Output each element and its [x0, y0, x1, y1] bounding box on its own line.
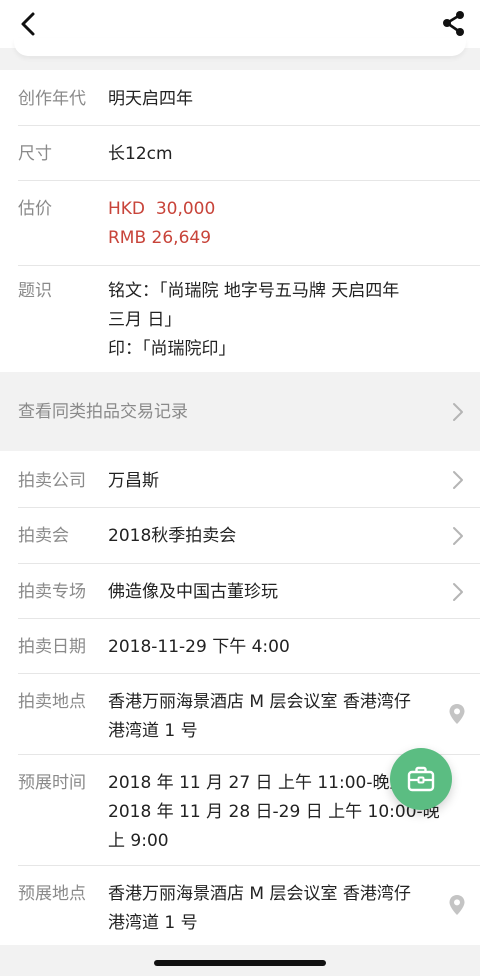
estimate-label: 估价: [18, 199, 52, 219]
inscription-label: 题识: [18, 281, 52, 301]
auction-sale-row[interactable]: 拍卖会 2018秋季拍卖会: [0, 508, 480, 563]
auction-venue-line-1: 香港万丽海景酒店 M 层会议室 香港湾仔: [108, 692, 411, 712]
chevron-right-icon: [453, 583, 463, 601]
auction-date-label: 拍卖日期: [18, 637, 86, 657]
previous-card-edge: [14, 38, 466, 56]
auction-company-value: 万昌斯: [108, 471, 159, 491]
share-icon[interactable]: [438, 8, 470, 40]
auction-company-row[interactable]: 拍卖公司 万昌斯: [0, 451, 480, 507]
location-pin-icon[interactable]: [448, 703, 466, 725]
estimate-rmb: RMB 26,649: [108, 228, 212, 248]
chevron-left-icon[interactable]: [14, 8, 46, 40]
preview-time-line-3: 上 9:00: [108, 831, 169, 851]
preview-venue-row[interactable]: 预展地点 香港万丽海景酒店 M 层会议室 香港湾仔 港湾道 1 号: [0, 866, 480, 945]
auction-sale-value: 2018秋季拍卖会: [108, 526, 237, 546]
chevron-right-icon: [453, 471, 463, 489]
chevron-right-icon: [453, 403, 463, 421]
inscription-row: 题识 铭文：「尚瑞院 地字号五马牌 天启四年 三月 日」 印：「尚瑞院印」: [0, 266, 480, 372]
auction-date-value: 2018-11-29 下午 4:00: [108, 637, 290, 657]
auction-session-value: 佛造像及中国古董珍玩: [108, 582, 278, 602]
preview-venue-label: 预展地点: [18, 884, 86, 904]
size-row: 尺寸 长12cm: [0, 126, 480, 181]
lot-details-section: 创作年代 明天启四年 尺寸 长12cm 估价 HKD 30,000 RMB 26…: [0, 70, 480, 372]
era-value: 明天启四年: [108, 89, 193, 109]
auction-venue-row[interactable]: 拍卖地点 香港万丽海景酒店 M 层会议室 香港湾仔 港湾道 1 号: [0, 674, 480, 754]
auction-venue-line-2: 港湾道 1 号: [108, 721, 198, 741]
chevron-right-icon: [453, 527, 463, 545]
toolbox-fab-button[interactable]: [390, 748, 452, 810]
auction-session-row[interactable]: 拍卖专场 佛造像及中国古董珍玩: [0, 564, 480, 619]
estimate-hkd: HKD 30,000: [108, 199, 216, 219]
auction-venue-label: 拍卖地点: [18, 692, 86, 712]
preview-venue-line-1: 香港万丽海景酒店 M 层会议室 香港湾仔: [108, 884, 411, 904]
inscription-line-3: 印：「尚瑞院印」: [108, 339, 236, 359]
era-row: 创作年代 明天启四年: [0, 70, 480, 126]
preview-time-label: 预展时间: [18, 773, 86, 793]
auction-session-label: 拍卖专场: [18, 582, 86, 602]
preview-venue-line-2: 港湾道 1 号: [108, 913, 198, 933]
similar-records-label: 查看同类拍品交易记录: [18, 402, 188, 422]
preview-time-line-2: 2018 年 11 月 28 日-29 日 上午 10:00-晚: [108, 802, 440, 822]
estimate-row: 估价 HKD 30,000 RMB 26,649: [0, 181, 480, 266]
location-pin-icon[interactable]: [448, 894, 466, 916]
inscription-line-2: 三月 日」: [108, 310, 182, 330]
auction-info-section: 拍卖公司 万昌斯 拍卖会 2018秋季拍卖会 拍卖专场 佛造像及中国古董珍玩 拍…: [0, 451, 480, 945]
size-value: 长12cm: [108, 144, 173, 164]
home-indicator: [154, 960, 326, 966]
size-label: 尺寸: [18, 144, 52, 164]
briefcase-icon: [407, 766, 435, 792]
era-label: 创作年代: [18, 89, 86, 109]
auction-company-label: 拍卖公司: [18, 471, 86, 491]
auction-sale-label: 拍卖会: [18, 526, 69, 546]
similar-records-link[interactable]: 查看同类拍品交易记录: [0, 383, 480, 441]
inscription-line-1: 铭文：「尚瑞院 地字号五马牌 天启四年: [108, 281, 400, 301]
auction-date-row: 拍卖日期 2018-11-29 下午 4:00: [0, 619, 480, 674]
